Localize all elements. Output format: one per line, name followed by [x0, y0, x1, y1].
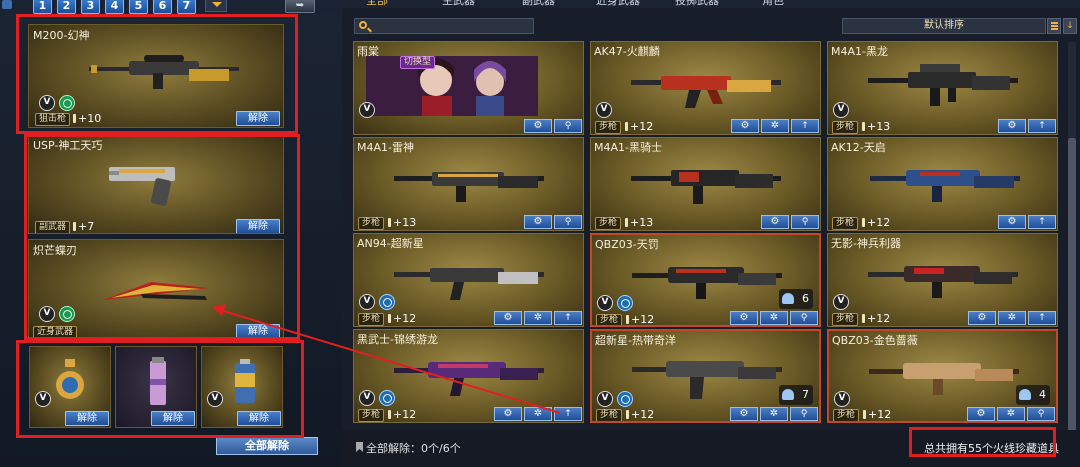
annotation-arrow [212, 304, 561, 414]
inventory-screen: 1 2 3 4 5 6 7 ➥ M200-幻神 V 狙击枪 +10 解除 USP… [0, 0, 1080, 467]
